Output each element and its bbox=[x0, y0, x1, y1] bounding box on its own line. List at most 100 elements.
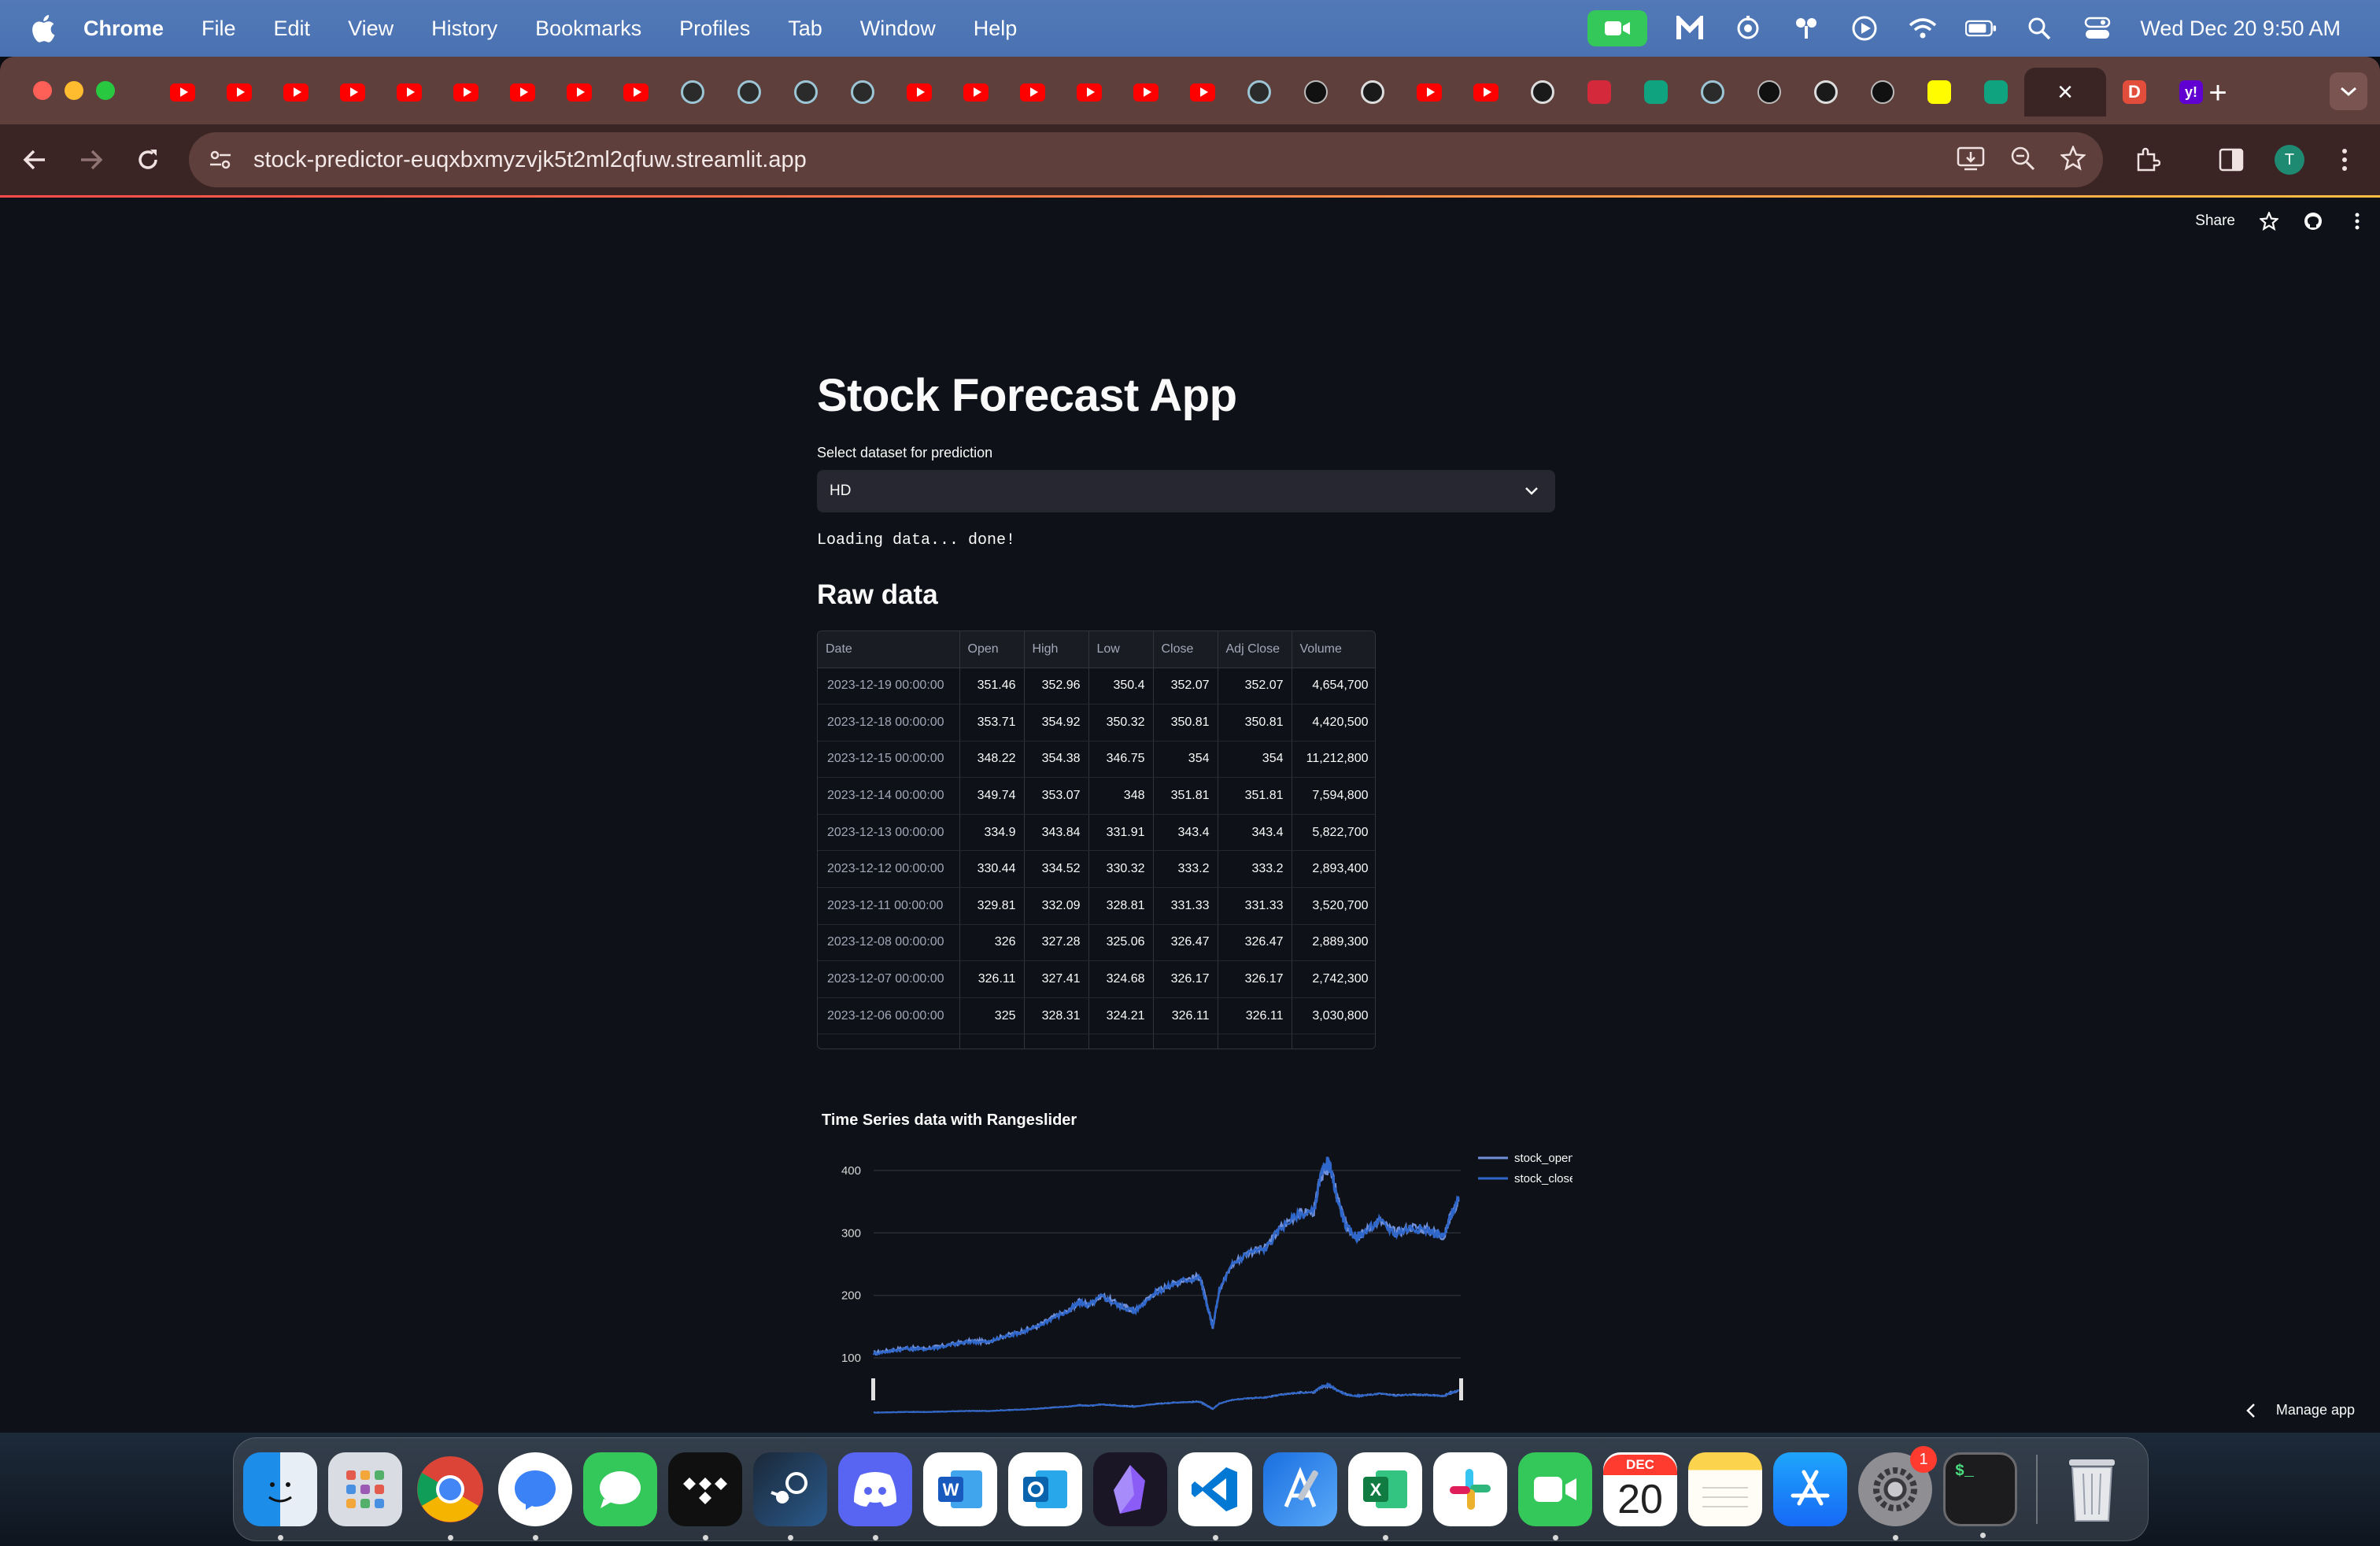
table-cell[interactable]: 333.2 bbox=[1153, 850, 1218, 889]
launchpad-dock-icon[interactable] bbox=[328, 1452, 402, 1526]
address-bar[interactable]: stock-predictor-euqxbxmyzvjk5t2ml2qfuw.s… bbox=[189, 132, 2103, 187]
table-cell[interactable]: 11,212,800 bbox=[1292, 741, 1375, 779]
browser-tab[interactable] bbox=[1288, 68, 1344, 117]
menu-tab[interactable]: Tab bbox=[788, 17, 822, 41]
browser-tab[interactable] bbox=[551, 68, 608, 117]
table-cell[interactable]: 326.11 bbox=[1153, 997, 1218, 1035]
table-cell[interactable]: 350.81 bbox=[1153, 704, 1218, 742]
table-cell[interactable]: 354.92 bbox=[1024, 704, 1089, 742]
table-cell[interactable]: 343.4 bbox=[1153, 814, 1218, 852]
table-cell[interactable]: 343.4 bbox=[1218, 814, 1292, 852]
reload-button[interactable] bbox=[131, 142, 165, 177]
browser-tab[interactable] bbox=[1911, 68, 1968, 117]
table-cell[interactable]: 2023-12-07 00:00:00 bbox=[818, 960, 960, 998]
browser-tab[interactable] bbox=[1458, 68, 1514, 117]
table-cell[interactable]: 2,893,400 bbox=[1292, 850, 1375, 889]
back-button[interactable] bbox=[17, 142, 52, 177]
table-cell[interactable]: 2,742,300 bbox=[1292, 960, 1375, 998]
column-header-low[interactable]: Low bbox=[1088, 631, 1154, 668]
terminal-dock-icon[interactable]: $_ bbox=[1943, 1452, 2017, 1538]
window-close-button[interactable] bbox=[33, 81, 52, 100]
menu-view[interactable]: View bbox=[348, 17, 394, 41]
notes-dock-icon[interactable] bbox=[1688, 1452, 1762, 1526]
table-cell[interactable]: 348 bbox=[1088, 777, 1154, 815]
menu-window[interactable]: Window bbox=[860, 17, 936, 41]
battery-icon[interactable] bbox=[1965, 13, 1997, 44]
column-header-volume[interactable]: Volume bbox=[1292, 631, 1375, 668]
rangeslider-left-handle[interactable] bbox=[871, 1378, 875, 1400]
browser-tab[interactable] bbox=[1968, 68, 2024, 117]
menu-file[interactable]: File bbox=[201, 17, 236, 41]
menu-history[interactable]: History bbox=[431, 17, 497, 41]
browser-tab[interactable] bbox=[438, 68, 494, 117]
chrome-dock-icon[interactable] bbox=[413, 1452, 487, 1540]
facetime-dock-icon[interactable] bbox=[1518, 1452, 1592, 1540]
table-cell[interactable]: 351.46 bbox=[959, 668, 1025, 705]
table-cell[interactable]: 326.47 bbox=[1218, 924, 1292, 962]
play-circle-icon[interactable] bbox=[1849, 13, 1880, 44]
table-cell[interactable]: 326.17 bbox=[1218, 960, 1292, 998]
table-cell[interactable]: 326.17 bbox=[1153, 960, 1218, 998]
table-cell[interactable]: 351.81 bbox=[1218, 777, 1292, 815]
messages-dock-icon[interactable] bbox=[583, 1452, 657, 1526]
menu-app-name[interactable]: Chrome bbox=[83, 17, 164, 41]
table-cell[interactable]: 326.11 bbox=[1218, 997, 1292, 1035]
table-cell[interactable]: 326.47 bbox=[1153, 924, 1218, 962]
table-cell[interactable]: 325.06 bbox=[1088, 924, 1154, 962]
menu-help[interactable]: Help bbox=[974, 17, 1018, 41]
browser-tab[interactable]: D bbox=[2106, 68, 2163, 117]
table-cell[interactable]: 329.81 bbox=[959, 887, 1025, 925]
table-cell[interactable]: 4,654,700 bbox=[1292, 668, 1375, 705]
table-cell[interactable]: 330.32 bbox=[1088, 850, 1154, 889]
legend-entry[interactable]: stock_close bbox=[1514, 1172, 1572, 1185]
browser-tab[interactable] bbox=[608, 68, 664, 117]
table-cell[interactable]: 351.81 bbox=[1153, 777, 1218, 815]
table-cell[interactable]: 2023-12-13 00:00:00 bbox=[818, 814, 960, 852]
trash-dock-icon[interactable] bbox=[2055, 1452, 2129, 1526]
table-cell[interactable]: 325 bbox=[959, 997, 1025, 1035]
site-info-icon[interactable] bbox=[206, 146, 235, 174]
table-cell[interactable]: 2023-12-12 00:00:00 bbox=[818, 850, 960, 889]
browser-tab[interactable] bbox=[948, 68, 1004, 117]
table-cell[interactable]: 354 bbox=[1153, 741, 1218, 779]
steam-tray-icon[interactable] bbox=[1732, 13, 1764, 44]
browser-tab[interactable] bbox=[778, 68, 834, 117]
table-cell[interactable]: 330.44 bbox=[959, 850, 1025, 889]
browser-tab[interactable] bbox=[1798, 68, 1854, 117]
table-cell[interactable]: 331.33 bbox=[1218, 887, 1292, 925]
menu-profiles[interactable]: Profiles bbox=[679, 17, 750, 41]
table-cell[interactable]: 2023-12-18 00:00:00 bbox=[818, 704, 960, 742]
tab-search-button[interactable] bbox=[2330, 72, 2367, 110]
word-dock-icon[interactable]: W bbox=[923, 1452, 997, 1526]
table-cell[interactable]: 331.33 bbox=[1153, 887, 1218, 925]
column-header-high[interactable]: High bbox=[1024, 631, 1089, 668]
table-cell[interactable]: 2023-12-08 00:00:00 bbox=[818, 924, 960, 962]
active-tab[interactable]: × bbox=[2024, 68, 2106, 117]
browser-tab[interactable] bbox=[1231, 68, 1288, 117]
menu-bar-clock[interactable]: Wed Dec 20 9:50 AM bbox=[2140, 17, 2341, 41]
table-cell[interactable]: 2023-12-19 00:00:00 bbox=[818, 668, 960, 705]
menu-bookmarks[interactable]: Bookmarks bbox=[535, 17, 641, 41]
browser-tab[interactable] bbox=[211, 68, 268, 117]
messenger-dock-icon[interactable] bbox=[498, 1452, 572, 1540]
zoom-icon[interactable] bbox=[2010, 146, 2035, 175]
table-cell[interactable]: 332.09 bbox=[1024, 887, 1089, 925]
rangeslider-background[interactable] bbox=[874, 1385, 1461, 1414]
share-button[interactable]: Share bbox=[2195, 213, 2235, 230]
close-tab-icon[interactable]: × bbox=[2057, 79, 2073, 105]
table-cell[interactable]: 334.52 bbox=[1024, 850, 1089, 889]
table-cell[interactable]: 353.07 bbox=[1024, 777, 1089, 815]
table-cell[interactable]: 324.21 bbox=[1088, 997, 1154, 1035]
time-series-chart[interactable]: 1002003004002016201820202022stock_openst… bbox=[785, 1134, 1572, 1426]
browser-tab[interactable] bbox=[1118, 68, 1174, 117]
browser-tab[interactable] bbox=[1741, 68, 1798, 117]
browser-tab[interactable] bbox=[1174, 68, 1231, 117]
window-zoom-button[interactable] bbox=[96, 81, 115, 100]
table-cell[interactable]: 354.38 bbox=[1024, 741, 1089, 779]
table-cell[interactable]: 2023-12-11 00:00:00 bbox=[818, 887, 960, 925]
table-cell[interactable]: 331.91 bbox=[1088, 814, 1154, 852]
table-cell[interactable]: 5,822,700 bbox=[1292, 814, 1375, 852]
chrome-menu-icon[interactable] bbox=[2326, 142, 2363, 178]
raw-data-table[interactable]: Date Open High Low Close Adj Close Volum… bbox=[817, 631, 1376, 1049]
profile-avatar[interactable]: T bbox=[2271, 142, 2308, 178]
